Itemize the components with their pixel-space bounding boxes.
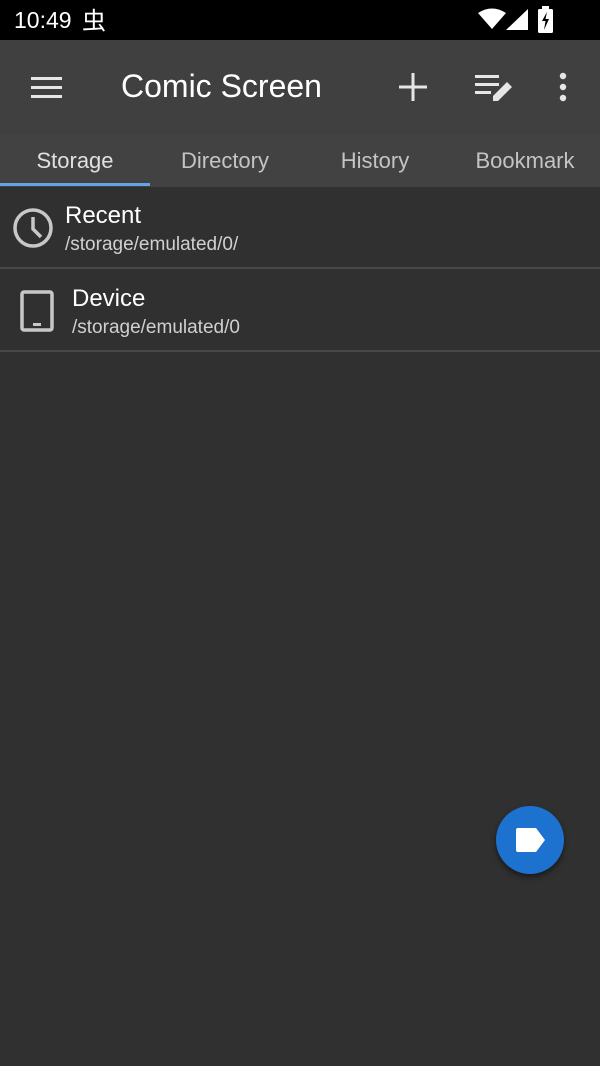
tab-bar: Storage Directory History Bookmark [0, 134, 600, 187]
tab-history[interactable]: History [300, 134, 450, 187]
list-item-recent[interactable]: Recent /storage/emulated/0/ [0, 187, 600, 269]
app-title: Comic Screen [121, 68, 322, 104]
edit-list-icon[interactable] [471, 65, 515, 109]
tab-storage[interactable]: Storage [0, 134, 150, 187]
tab-directory[interactable]: Directory [150, 134, 300, 187]
list-item-device[interactable]: Device /storage/emulated/0 [0, 270, 600, 352]
item-name: Recent [65, 202, 142, 229]
status-time: 10:49 [14, 7, 72, 33]
add-icon[interactable] [391, 65, 435, 109]
item-path: /storage/emulated/0/ [65, 234, 239, 255]
svg-text:虫: 虫 [82, 7, 106, 35]
item-name: Device [72, 285, 146, 312]
label-icon [516, 828, 545, 852]
clock-icon [12, 207, 54, 254]
label-fab-button[interactable] [496, 806, 564, 874]
tab-indicator [0, 183, 150, 186]
tablet-icon [20, 290, 54, 337]
status-bar: 10:49 虫 [0, 0, 600, 40]
app-bar: Comic Screen [0, 40, 600, 134]
bug-icon: 虫 [80, 5, 108, 40]
more-vert-icon[interactable] [541, 65, 585, 109]
item-path: /storage/emulated/0 [72, 317, 240, 338]
menu-icon[interactable] [22, 67, 70, 107]
tab-bookmark[interactable]: Bookmark [450, 134, 600, 187]
